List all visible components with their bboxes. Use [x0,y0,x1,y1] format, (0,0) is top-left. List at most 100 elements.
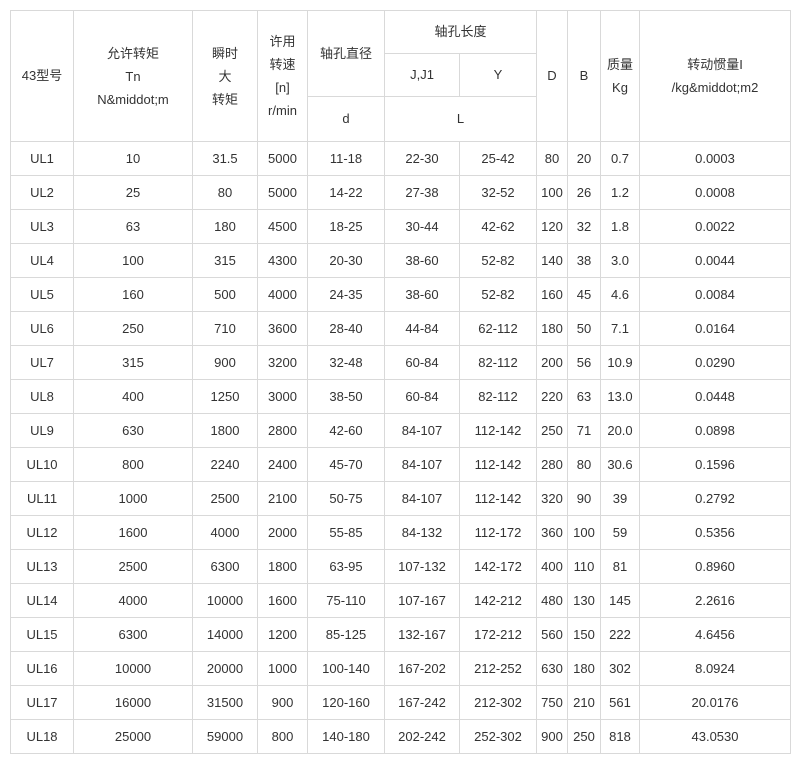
cell-allow-speed: 3200 [257,345,308,380]
cell-dim-D: 140 [536,243,568,278]
cell-dim-B: 250 [567,719,601,754]
header-L: L [384,96,537,142]
cell-mass: 59 [600,515,640,550]
cell-model: UL10 [10,447,74,482]
table-row: UL16 10000 20000 1000 100-140 167-202 212-252 6… [10,651,791,686]
cell-len-jj1: 60-84 [384,379,460,414]
table-row: UL13 2500 6300 1800 63-95 107-132 142-172 400 11… [10,549,791,584]
cell-bore-d: 32-48 [307,345,385,380]
cell-peak-torque: 14000 [192,617,258,652]
table-row: UL12 1600 4000 2000 55-85 84-132 112-172 360 100… [10,515,791,550]
cell-allow-speed: 2800 [257,413,308,448]
header-bore-diameter: 轴孔直径 [307,10,385,97]
cell-mass: 20.0 [600,413,640,448]
header-d: d [307,96,385,142]
cell-len-jj1: 84-132 [384,515,460,550]
cell-allow-speed: 3600 [257,311,308,346]
cell-model: UL6 [10,311,74,346]
cell-dim-B: 110 [567,549,601,584]
cell-inertia: 0.0084 [639,277,791,312]
cell-dim-D: 250 [536,413,568,448]
cell-mass: 13.0 [600,379,640,414]
cell-len-y: 82-112 [459,345,537,380]
cell-allow-speed: 4000 [257,277,308,312]
cell-dim-D: 120 [536,209,568,244]
table-row: UL17 16000 31500 900 120-160 167-242 212-302 75… [10,685,791,720]
cell-mass: 10.9 [600,345,640,380]
cell-len-y: 112-172 [459,515,537,550]
header-jj1: J,J1 [384,53,460,97]
cell-allow-torque: 800 [73,447,193,482]
cell-len-jj1: 167-242 [384,685,460,720]
table-row: UL5 160 500 4000 24-35 38-60 52-82 160 45 4.6 0.00… [10,277,791,312]
cell-mass: 7.1 [600,311,640,346]
table-row: UL1 10 31.5 5000 11-18 22-30 25-42 80 20 0.7 0.000… [10,141,791,176]
table-row: UL8 400 1250 3000 38-50 60-84 82-112 220 63 13.0 0… [10,379,791,414]
cell-dim-B: 150 [567,617,601,652]
cell-dim-B: 130 [567,583,601,618]
cell-inertia: 0.8960 [639,549,791,584]
cell-len-y: 142-212 [459,583,537,618]
table-row: UL15 6300 14000 1200 85-125 132-167 172-212 560… [10,617,791,652]
cell-len-y: 172-212 [459,617,537,652]
cell-allow-speed: 4500 [257,209,308,244]
cell-model: UL9 [10,413,74,448]
table-row: UL4 100 315 4300 20-30 38-60 52-82 140 38 3.0 0.00… [10,243,791,278]
cell-len-y: 62-112 [459,311,537,346]
cell-allow-torque: 630 [73,413,193,448]
cell-allow-speed: 800 [257,719,308,754]
cell-len-y: 42-62 [459,209,537,244]
cell-model: UL15 [10,617,74,652]
cell-bore-d: 55-85 [307,515,385,550]
table-container: 43型号 允许转矩 Tn N&middot;m 瞬时 大 转矩 许用 转速 [n… [10,10,791,754]
cell-len-jj1: 44-84 [384,311,460,346]
cell-allow-speed: 1800 [257,549,308,584]
cell-mass: 1.2 [600,175,640,210]
cell-bore-d: 75-110 [307,583,385,618]
cell-dim-D: 360 [536,515,568,550]
cell-len-jj1: 84-107 [384,481,460,516]
cell-allow-torque: 10 [73,141,193,176]
cell-allow-speed: 2100 [257,481,308,516]
cell-peak-torque: 500 [192,277,258,312]
cell-allow-speed: 5000 [257,175,308,210]
header-mass: 质量 Kg [600,10,640,142]
cell-model: UL16 [10,651,74,686]
cell-allow-torque: 25 [73,175,193,210]
cell-inertia: 43.0530 [639,719,791,754]
cell-allow-speed: 1200 [257,617,308,652]
cell-allow-speed: 1000 [257,651,308,686]
header-allow-torque: 允许转矩 Tn N&middot;m [73,10,193,142]
cell-bore-d: 24-35 [307,277,385,312]
cell-allow-speed: 2000 [257,515,308,550]
cell-peak-torque: 80 [192,175,258,210]
cell-inertia: 20.0176 [639,685,791,720]
cell-len-y: 212-252 [459,651,537,686]
cell-inertia: 0.0898 [639,413,791,448]
cell-len-y: 25-42 [459,141,537,176]
cell-mass: 30.6 [600,447,640,482]
cell-inertia: 0.0003 [639,141,791,176]
cell-len-y: 112-142 [459,413,537,448]
cell-allow-torque: 1600 [73,515,193,550]
header-peak-torque: 瞬时 大 转矩 [192,10,258,142]
cell-inertia: 0.0022 [639,209,791,244]
cell-dim-D: 160 [536,277,568,312]
cell-len-y: 212-302 [459,685,537,720]
cell-mass: 4.6 [600,277,640,312]
cell-bore-d: 20-30 [307,243,385,278]
cell-bore-d: 50-75 [307,481,385,516]
cell-dim-D: 480 [536,583,568,618]
cell-peak-torque: 900 [192,345,258,380]
cell-model: UL18 [10,719,74,754]
table-row: UL2 25 80 5000 14-22 27-38 32-52 100 26 1.2 0.0008 [10,175,791,210]
cell-bore-d: 85-125 [307,617,385,652]
cell-model: UL1 [10,141,74,176]
cell-dim-D: 200 [536,345,568,380]
header-inertia: 转动惯量I /kg&middot;m2 [639,10,791,142]
cell-inertia: 0.0164 [639,311,791,346]
cell-allow-torque: 1000 [73,481,193,516]
cell-peak-torque: 59000 [192,719,258,754]
cell-dim-D: 80 [536,141,568,176]
cell-mass: 222 [600,617,640,652]
